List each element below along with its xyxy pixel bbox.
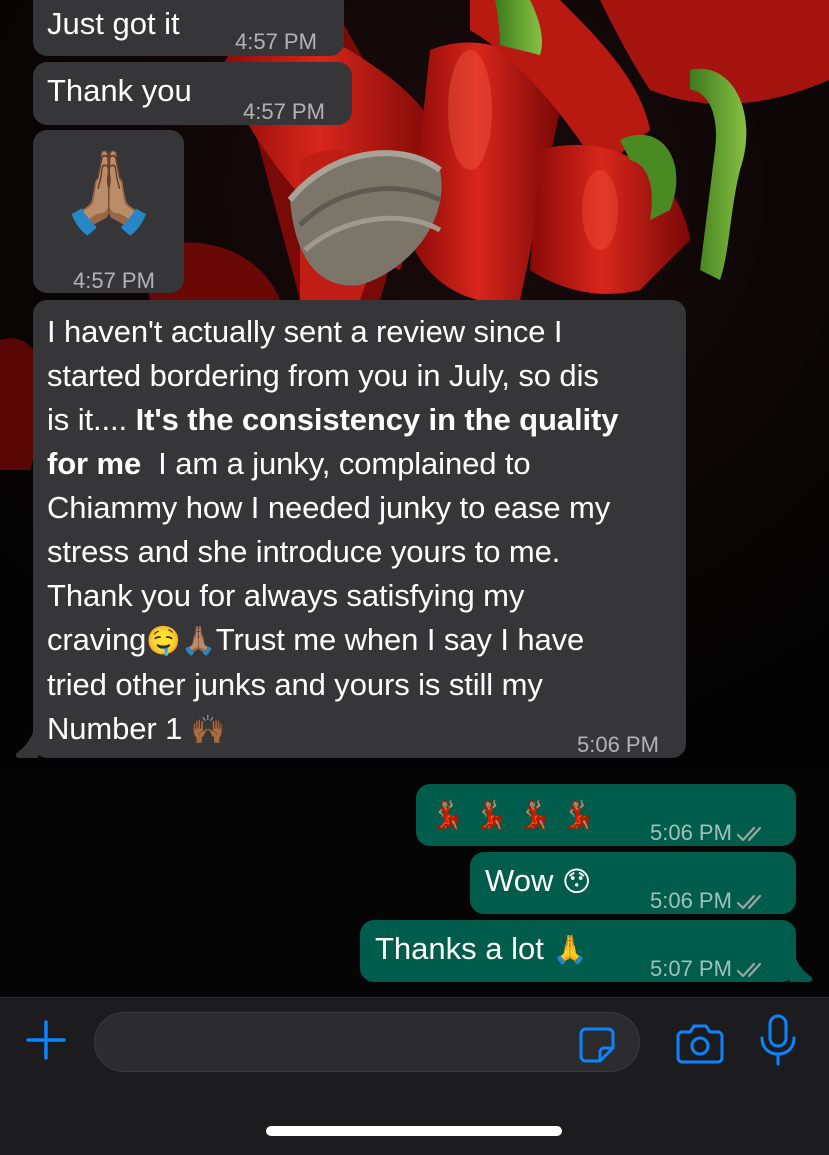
double-check-icon xyxy=(736,963,762,978)
review-bold-text: for me xyxy=(47,446,142,481)
message-time-text: 5:06 PM xyxy=(650,888,732,913)
message-time: 5:06 PM xyxy=(577,732,659,757)
message-bubble-incoming[interactable]: Thank you 4:57 PM xyxy=(33,62,352,125)
dancer-emojis: 💃🏽 💃🏽 💃🏽 💃🏽 xyxy=(430,798,597,831)
review-line: I haven't actually sent a review since I xyxy=(47,314,563,349)
review-line: started bordering from you in July, so d… xyxy=(47,358,599,393)
message-time: 4:57 PM xyxy=(235,29,317,54)
review-text-span: Trust me when I say I have xyxy=(215,622,585,657)
drooling-face-emoji: 🤤 xyxy=(146,624,181,657)
hushed-face-emoji: 😯 xyxy=(561,865,592,898)
message-time: 4:57 PM xyxy=(243,99,325,124)
message-bubble-outgoing[interactable]: Wow 😯 5:06 PM xyxy=(470,852,796,914)
message-bubble-outgoing[interactable]: 💃🏽 💃🏽 💃🏽 💃🏽 5:06 PM xyxy=(416,784,796,846)
home-indicator xyxy=(266,1126,562,1136)
message-text: Thank you xyxy=(47,73,192,108)
message-input-bar xyxy=(0,997,829,1155)
outgoing-bubble-tail xyxy=(790,952,813,982)
review-text-span: Number 1 xyxy=(47,711,191,746)
message-text-span: Thanks a lot xyxy=(375,931,553,966)
double-check-icon xyxy=(736,827,762,842)
sticker-icon[interactable] xyxy=(578,1026,616,1064)
message-time: 5:06 PM xyxy=(650,879,768,923)
review-text-span: craving xyxy=(47,622,147,657)
camera-icon[interactable] xyxy=(676,1022,724,1064)
review-line: is it.... It's the consistency in the qu… xyxy=(47,398,677,442)
praying-hands-emoji: 🙏🏽 xyxy=(59,145,159,238)
review-line: for me I am a junky, complained to xyxy=(47,442,677,486)
message-bubble-outgoing[interactable]: Thanks a lot 🙏 5:07 PM xyxy=(360,920,796,982)
review-text-span: I am a junky, complained to xyxy=(141,446,531,481)
message-time: 5:07 PM xyxy=(650,947,768,991)
double-check-icon xyxy=(736,895,762,910)
review-text-span: is it.... xyxy=(47,402,136,437)
incoming-bubble-tail xyxy=(15,728,38,758)
message-time: 4:57 PM xyxy=(73,268,155,293)
review-line: Thank you for always satisfying my xyxy=(47,578,525,613)
chat-area[interactable]: Just got it 4:57 PM Thank you 4:57 PM 🙏🏽… xyxy=(0,0,829,997)
raising-hands-emoji: 🙌🏾 xyxy=(190,713,226,746)
message-text-span: Wow xyxy=(485,863,562,898)
message-time: 5:06 PM xyxy=(650,811,768,855)
microphone-icon[interactable] xyxy=(758,1014,798,1066)
message-bubble-incoming-emoji[interactable]: 🙏🏽 4:57 PM xyxy=(33,130,184,293)
message-time-text: 5:06 PM xyxy=(650,820,732,845)
message-text: Wow 😯 xyxy=(485,859,591,904)
message-text: Thanks a lot 🙏 xyxy=(375,927,587,972)
praying-hands-emoji: 🙏🏽 xyxy=(181,624,216,657)
message-text-field[interactable] xyxy=(94,1012,640,1072)
message-input[interactable] xyxy=(113,1025,573,1061)
review-bold-text: It's the consistency in the quality xyxy=(135,402,619,437)
review-text: I haven't actually sent a review since I… xyxy=(47,310,677,752)
message-bubble-review[interactable]: I haven't actually sent a review since I… xyxy=(33,300,686,758)
review-line: Chiammy how I needed junky to ease my xyxy=(47,490,611,525)
review-line: tried other junks and yours is still my xyxy=(47,667,543,702)
message-time-text: 5:07 PM xyxy=(650,956,732,981)
plus-icon[interactable] xyxy=(24,1018,68,1062)
message-text: Just got it xyxy=(47,6,180,41)
review-line: stress and she introduce yours to me. xyxy=(47,534,561,569)
review-line: craving🤤🙏🏽Trust me when I say I have xyxy=(47,618,677,663)
message-bubble-incoming[interactable]: Just got it 4:57 PM xyxy=(33,0,344,56)
folded-hands-emoji: 🙏 xyxy=(552,933,588,966)
